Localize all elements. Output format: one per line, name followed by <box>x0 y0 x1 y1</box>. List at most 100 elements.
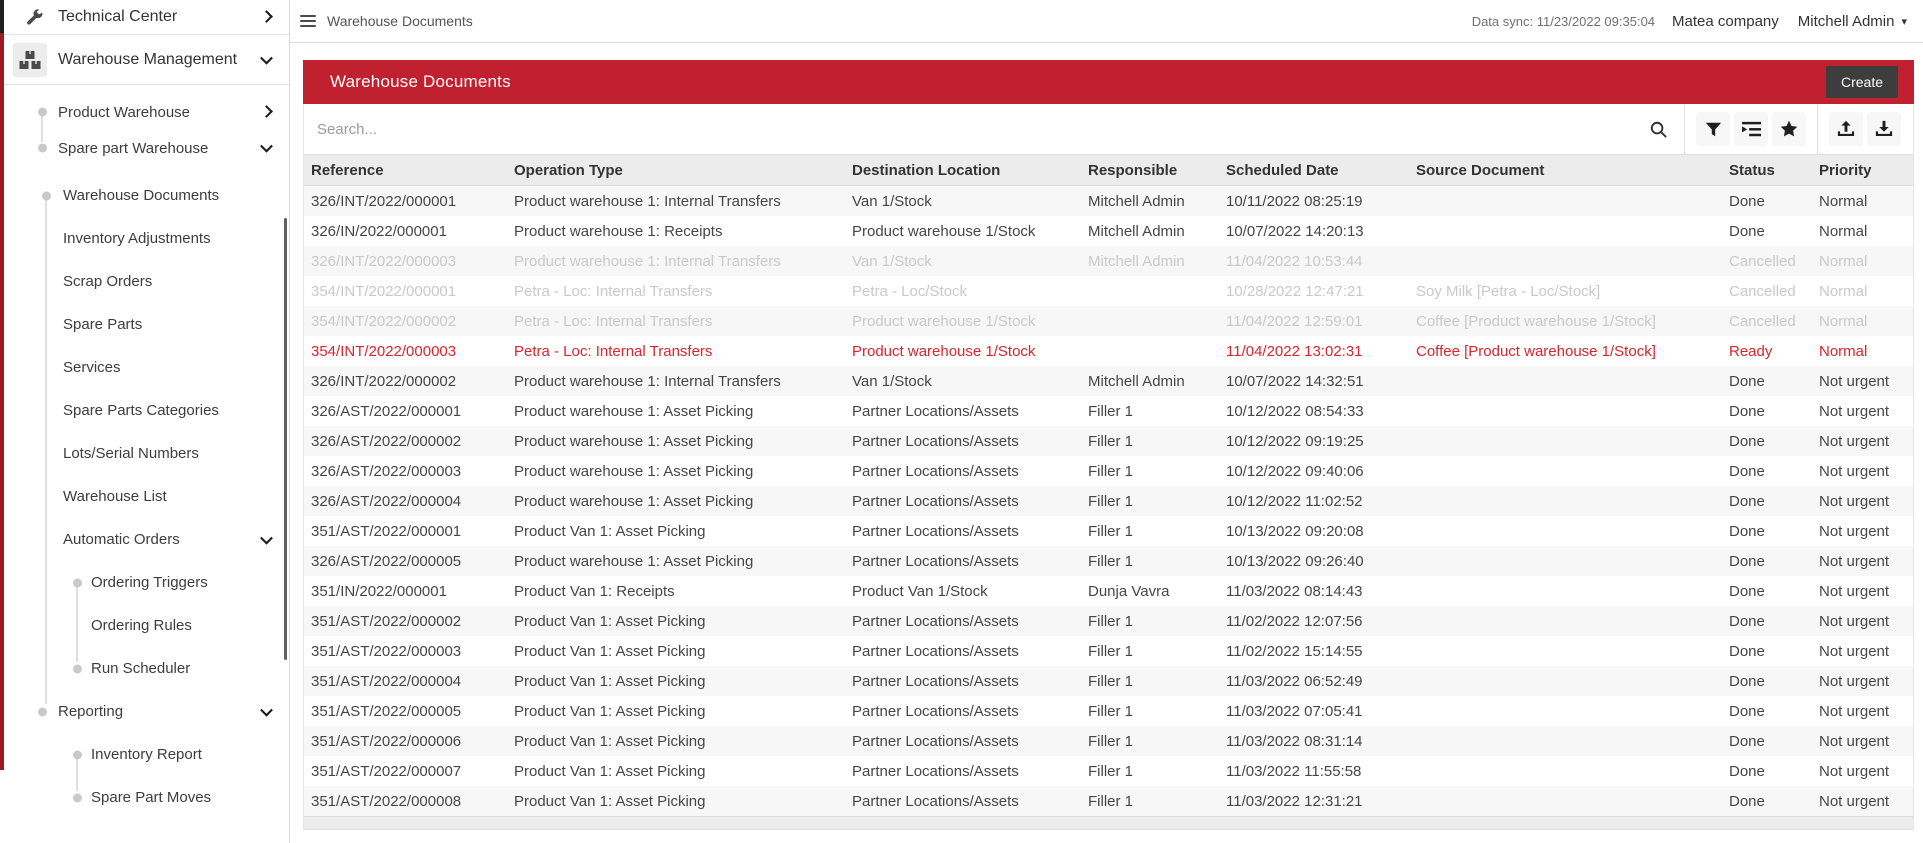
table-row[interactable]: 351/AST/2022/000003 Product Van 1: Asset… <box>304 636 1913 666</box>
cell-status: Done <box>1722 426 1812 456</box>
menu-toggle-icon[interactable] <box>300 15 316 27</box>
cell-operation-type: Product Van 1: Asset Picking <box>507 726 845 756</box>
sidebar-tree-item[interactable]: Warehouse List <box>0 475 289 518</box>
column-header-scheduled-date[interactable]: Scheduled Date <box>1219 155 1409 186</box>
table-row[interactable]: 326/AST/2022/000003 Product warehouse 1:… <box>304 456 1913 486</box>
table-row[interactable]: 326/INT/2022/000001 Product warehouse 1:… <box>304 186 1913 217</box>
table-row[interactable]: 351/AST/2022/000005 Product Van 1: Asset… <box>304 696 1913 726</box>
sidebar-tree-item[interactable]: Ordering Triggers <box>0 561 289 604</box>
group-by-icon[interactable] <box>1734 112 1768 146</box>
breadcrumb[interactable]: Warehouse Documents <box>327 13 473 29</box>
sidebar-scrollbar[interactable] <box>284 218 287 660</box>
cell-responsible: Filler 1 <box>1081 486 1219 516</box>
sidebar-tree-item[interactable]: Product Warehouse <box>0 94 289 130</box>
cell-responsible <box>1081 276 1219 306</box>
sidebar-tree-item[interactable]: Inventory Report <box>0 733 289 776</box>
column-header-status[interactable]: Status <box>1722 155 1812 186</box>
sidebar-item-label: Run Scheduler <box>91 660 190 677</box>
table-row[interactable]: 326/AST/2022/000002 Product warehouse 1:… <box>304 426 1913 456</box>
cell-priority: Normal <box>1812 246 1913 276</box>
download-icon[interactable] <box>1867 112 1901 146</box>
cell-reference: 326/AST/2022/000001 <box>304 396 507 426</box>
sidebar-item-technical-center[interactable]: Technical Center <box>0 0 289 34</box>
cell-priority: Normal <box>1812 216 1913 246</box>
column-header-responsible[interactable]: Responsible <box>1081 155 1219 186</box>
wrench-icon <box>24 7 46 27</box>
column-header-reference[interactable]: Reference <box>304 155 507 186</box>
table-row[interactable]: 354/INT/2022/000001 Petra - Loc: Interna… <box>304 276 1913 306</box>
cell-operation-type: Product warehouse 1: Asset Picking <box>507 426 845 456</box>
sidebar-tree-item[interactable]: Scrap Orders <box>0 260 289 303</box>
sidebar-tree-item[interactable]: Automatic Orders <box>0 518 289 561</box>
cell-responsible <box>1081 336 1219 366</box>
sidebar-tree-item[interactable]: Spare part Warehouse <box>0 130 289 166</box>
column-header-source-document[interactable]: Source Document <box>1409 155 1722 186</box>
sidebar-tree-item[interactable]: Inventory Adjustments <box>0 217 289 260</box>
cell-scheduled-date: 10/11/2022 08:25:19 <box>1219 186 1409 217</box>
cell-destination-location: Partner Locations/Assets <box>845 486 1081 516</box>
create-button[interactable]: Create <box>1826 66 1898 98</box>
table-header-row: Reference Operation Type Destination Loc… <box>304 155 1913 186</box>
cell-responsible: Filler 1 <box>1081 756 1219 786</box>
cell-status: Done <box>1722 516 1812 546</box>
company-name[interactable]: Matea company <box>1672 13 1779 30</box>
table-row[interactable]: 351/IN/2022/000001 Product Van 1: Receip… <box>304 576 1913 606</box>
cell-scheduled-date: 11/03/2022 06:52:49 <box>1219 666 1409 696</box>
sidebar-item-warehouse-management[interactable]: Warehouse Management <box>0 35 289 84</box>
sidebar-tree-item[interactable]: Lots/Serial Numbers <box>0 432 289 475</box>
cell-operation-type: Product Van 1: Asset Picking <box>507 786 845 816</box>
user-menu[interactable]: Mitchell Admin ▾ <box>1798 13 1907 30</box>
cell-source-document <box>1409 786 1722 816</box>
table-row[interactable]: 326/AST/2022/000004 Product warehouse 1:… <box>304 486 1913 516</box>
search-icon[interactable] <box>1641 112 1675 146</box>
table-row[interactable]: 354/INT/2022/000003 Petra - Loc: Interna… <box>304 336 1913 366</box>
sidebar-tree-item[interactable]: Reporting <box>0 690 289 733</box>
cell-scheduled-date: 11/03/2022 08:14:43 <box>1219 576 1409 606</box>
column-header-priority[interactable]: Priority <box>1812 155 1913 186</box>
table-row[interactable]: 351/AST/2022/000002 Product Van 1: Asset… <box>304 606 1913 636</box>
sidebar-tree-item[interactable]: Spare Part Moves <box>0 776 289 819</box>
filter-icon[interactable] <box>1696 112 1730 146</box>
table-row[interactable]: 326/INT/2022/000002 Product warehouse 1:… <box>304 366 1913 396</box>
table-row[interactable]: 326/AST/2022/000001 Product warehouse 1:… <box>304 396 1913 426</box>
sidebar-tree-item[interactable]: Spare Parts <box>0 303 289 346</box>
sidebar-tree-item[interactable]: Warehouse Documents <box>0 174 289 217</box>
column-header-operation-type[interactable]: Operation Type <box>507 155 845 186</box>
cell-operation-type: Product Van 1: Asset Picking <box>507 756 845 786</box>
upload-icon[interactable] <box>1829 112 1863 146</box>
user-name: Mitchell Admin <box>1798 13 1895 30</box>
cell-source-document: Coffee [Product warehouse 1/Stock] <box>1409 306 1722 336</box>
table-row[interactable]: 351/AST/2022/000007 Product Van 1: Asset… <box>304 756 1913 786</box>
cell-priority: Normal <box>1812 306 1913 336</box>
cell-destination-location: Partner Locations/Assets <box>845 396 1081 426</box>
table-row[interactable]: 351/AST/2022/000001 Product Van 1: Asset… <box>304 516 1913 546</box>
bullet-icon <box>73 664 82 673</box>
table-row[interactable]: 351/AST/2022/000004 Product Van 1: Asset… <box>304 666 1913 696</box>
table-horizontal-scrollbar[interactable] <box>304 816 1913 829</box>
sidebar-tree-item[interactable]: Spare Parts Categories <box>0 389 289 432</box>
table-row[interactable]: 354/INT/2022/000002 Petra - Loc: Interna… <box>304 306 1913 336</box>
sidebar-tree-item[interactable]: Services <box>0 346 289 389</box>
table-row[interactable]: 351/AST/2022/000008 Product Van 1: Asset… <box>304 786 1913 816</box>
app-window: Technical Center Warehouse Management <box>0 0 1923 843</box>
cell-source-document <box>1409 576 1722 606</box>
cell-source-document <box>1409 396 1722 426</box>
cell-priority: Not urgent <box>1812 696 1913 726</box>
column-header-destination-location[interactable]: Destination Location <box>845 155 1081 186</box>
cell-status: Done <box>1722 696 1812 726</box>
search-input[interactable] <box>304 121 1641 138</box>
cell-destination-location: Partner Locations/Assets <box>845 456 1081 486</box>
cell-reference: 326/IN/2022/000001 <box>304 216 507 246</box>
cell-source-document <box>1409 666 1722 696</box>
sidebar-tree-item[interactable]: Ordering Rules <box>0 604 289 647</box>
favorites-star-icon[interactable] <box>1772 112 1806 146</box>
cell-scheduled-date: 10/12/2022 08:54:33 <box>1219 396 1409 426</box>
table-row[interactable]: 326/AST/2022/000005 Product warehouse 1:… <box>304 546 1913 576</box>
table-row[interactable]: 326/IN/2022/000001 Product warehouse 1: … <box>304 216 1913 246</box>
cell-destination-location: Product warehouse 1/Stock <box>845 216 1081 246</box>
sidebar-tree-item[interactable]: Run Scheduler <box>0 647 289 690</box>
table-row[interactable]: 351/AST/2022/000006 Product Van 1: Asset… <box>304 726 1913 756</box>
cell-scheduled-date: 11/04/2022 13:02:31 <box>1219 336 1409 366</box>
sidebar-item-label: Spare Parts Categories <box>63 402 219 419</box>
table-row[interactable]: 326/INT/2022/000003 Product warehouse 1:… <box>304 246 1913 276</box>
